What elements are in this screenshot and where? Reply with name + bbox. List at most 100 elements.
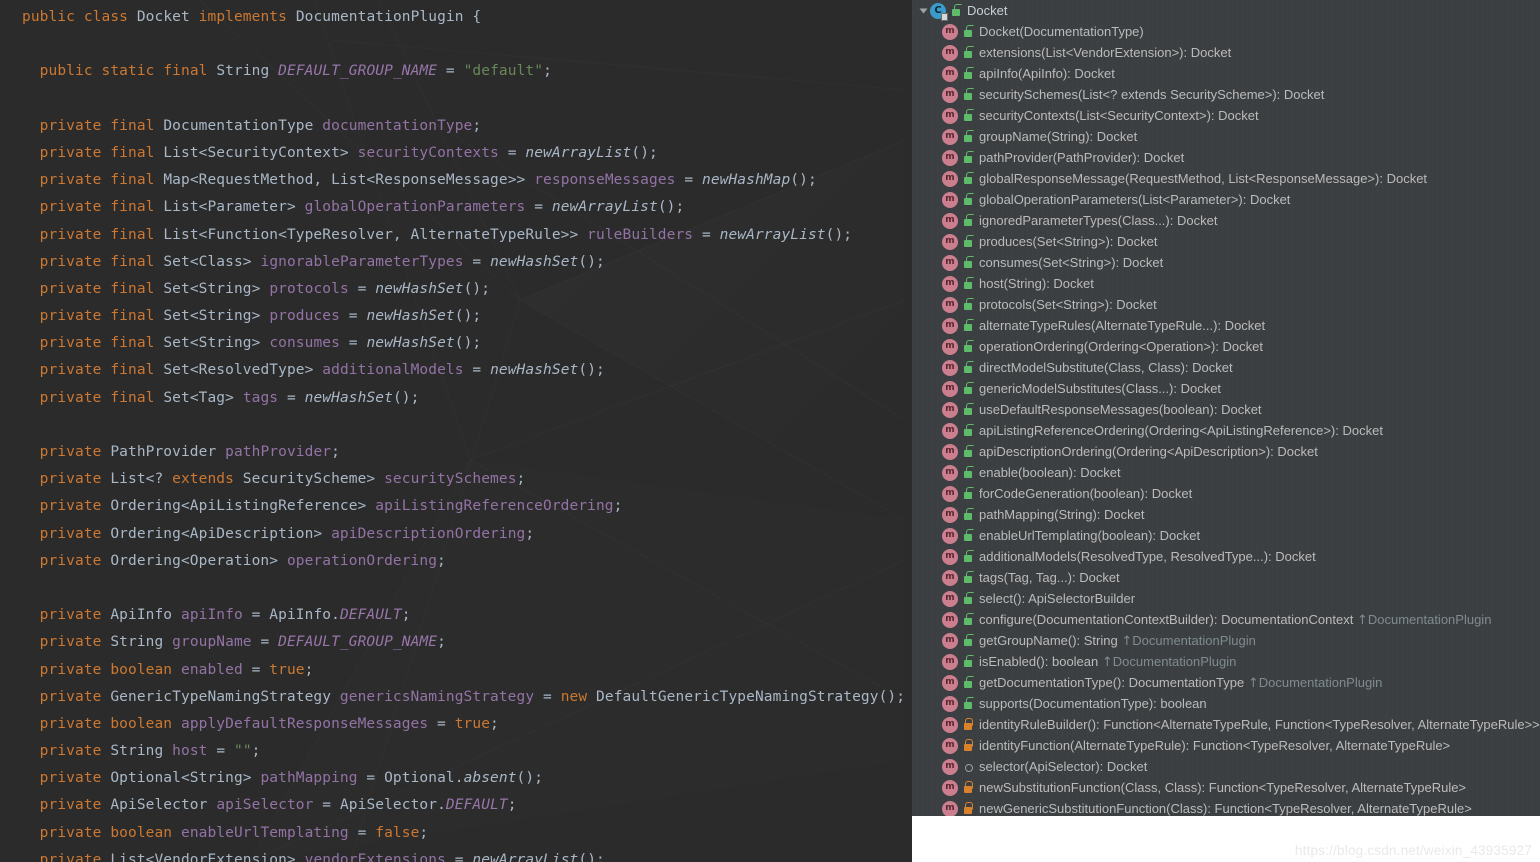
structure-member-row[interactable]: m consumes(Set<String>): Docket [912,252,1540,273]
structure-member-label: protocols(Set<String>): Docket [979,297,1157,312]
structure-root-node[interactable]: C Docket [912,0,1540,21]
visibility-public-icon [961,192,974,207]
chevron-down-icon[interactable] [916,0,930,21]
code-text[interactable]: public class Docket implements Documenta… [0,0,912,862]
structure-member-row[interactable]: m globalOperationParameters(List<Paramete… [912,189,1540,210]
code-token: consumes [269,335,340,352]
code-token: new [560,688,588,705]
structure-member-row[interactable]: m pathProvider(PathProvider): Docket [912,147,1540,168]
structure-tree[interactable]: C Docket m Docket(DocumentationType) m extens… [912,0,1540,816]
code-token: tags [242,389,279,406]
structure-member-row[interactable]: m Docket(DocumentationType) [912,21,1540,42]
structure-member-row[interactable]: m pathMapping(String): Docket [912,504,1540,525]
structure-member-row[interactable]: m enableUrlTemplating(boolean): Docket [912,525,1540,546]
structure-member-row[interactable]: m operationOrdering(Ordering<Operation>):… [912,336,1540,357]
code-token: private [39,172,102,189]
structure-member-row[interactable]: m securityContexts(List<SecurityContext>)… [912,105,1540,126]
code-token: boolean [110,824,173,841]
structure-member-row[interactable]: m supports(DocumentationType): boolean [912,693,1540,714]
code-token: = [313,797,340,814]
visibility-public-icon [961,570,974,585]
inherited-from-label: ↑DocumentationPlugin [1353,609,1491,631]
code-token: private [39,117,102,134]
structure-member-row[interactable]: m produces(Set<String>): Docket [912,231,1540,252]
structure-member-row[interactable]: m configure(DocumentationContextBuilder):… [912,609,1540,630]
method-icon: m [942,716,958,733]
visibility-public-icon [961,507,974,522]
method-icon: m [942,611,958,628]
code-token: Optional. [384,770,464,787]
structure-member-row[interactable]: m getDocumentationType(): DocumentationTy… [912,672,1540,693]
structure-member-row[interactable]: m host(String): Docket [912,273,1540,294]
visibility-public-icon [961,675,974,690]
structure-member-row[interactable]: m selector(ApiSelector): Docket [912,756,1540,777]
visibility-protected-icon [961,738,974,753]
structure-member-row[interactable]: m ignoredParameterTypes(Class...): Docket [912,210,1540,231]
structure-member-row[interactable]: m select(): ApiSelectorBuilder [912,588,1540,609]
code-token: private [39,444,102,460]
code-token: (); [578,253,605,270]
structure-member-row[interactable]: m newGenericSubstitutionFunction(Class): … [912,798,1540,816]
method-icon: m [942,107,958,124]
method-icon: m [942,44,958,61]
structure-member-row[interactable]: m globalResponseMessage(RequestMethod, Li… [912,168,1540,189]
code-token: private [39,389,102,406]
structure-member-row[interactable]: m identityRuleBuilder(): Function<Alterna… [912,714,1540,735]
code-token: final [110,172,155,189]
code-token: private [39,634,102,651]
structure-member-row[interactable]: m apiDescriptionOrdering(Ordering<ApiDesc… [912,441,1540,462]
structure-member-row[interactable]: m identityFunction(AlternateTypeRule): Fu… [912,735,1540,756]
structure-member-row[interactable]: m apiListingReferenceOrdering(Ordering<Ap… [912,420,1540,441]
structure-member-row[interactable]: m groupName(String): Docket [912,126,1540,147]
structure-member-row[interactable]: m alternateTypeRules(AlternateTypeRule...… [912,315,1540,336]
code-token: Optional<String> [110,770,252,787]
structure-member-row[interactable]: m useDefaultResponseMessages(boolean): Do… [912,399,1540,420]
structure-member-row[interactable]: m isEnabled(): boolean ↑DocumentationPlug… [912,651,1540,672]
structure-member-row[interactable]: m getGroupName(): String ↑DocumentationPl… [912,630,1540,651]
code-token: Set<String> [163,280,261,297]
code-token: private [39,144,102,161]
structure-member-row[interactable]: m apiInfo(ApiInfo): Docket [912,63,1540,84]
code-token: Ordering<ApiDescription> [110,525,323,542]
structure-member-row[interactable]: m genericModelSubstitutes(Class...): Dock… [912,378,1540,399]
structure-member-row[interactable]: m enable(boolean): Docket [912,462,1540,483]
code-token: newHashSet [366,335,455,352]
code-line: private final Set<ResolvedType> addition… [22,357,912,384]
code-line: private final List<SecurityContext> secu… [22,140,912,167]
structure-member-row[interactable]: m securitySchemes(List<? extends Security… [912,84,1540,105]
structure-member-row[interactable]: m additionalModels(ResolvedType, Resolved… [912,546,1540,567]
code-editor[interactable]: public class Docket implements Documenta… [0,0,912,862]
code-token: public [22,9,75,25]
code-token: = [348,824,376,841]
structure-member-row[interactable]: m tags(Tag, Tag...): Docket [912,567,1540,588]
code-token: final [163,63,208,80]
method-icon: m [942,443,958,460]
structure-tool-window[interactable]: C Docket m Docket(DocumentationType) m extens… [912,0,1540,816]
code-token: (); [454,308,482,325]
code-token: String [110,743,164,760]
code-token: DEFAULT [339,607,402,624]
code-token: vendorExtensions [304,851,446,862]
structure-member-row[interactable]: m extensions(List<VendorExtension>): Dock… [912,42,1540,63]
structure-member-row[interactable]: m protocols(Set<String>): Docket [912,294,1540,315]
method-icon: m [942,506,958,523]
structure-member-row[interactable]: m forCodeGeneration(boolean): Docket [912,483,1540,504]
structure-member-row[interactable]: m newSubstitutionFunction(Class, Class): … [912,777,1540,798]
code-token: List<Function<TypeResolver, AlternateTyp… [163,226,579,243]
structure-member-row[interactable]: m directModelSubstitute(Class, Class): Do… [912,357,1540,378]
code-token: newHashSet [490,362,579,379]
code-token: List<SecurityContext> [163,144,349,161]
